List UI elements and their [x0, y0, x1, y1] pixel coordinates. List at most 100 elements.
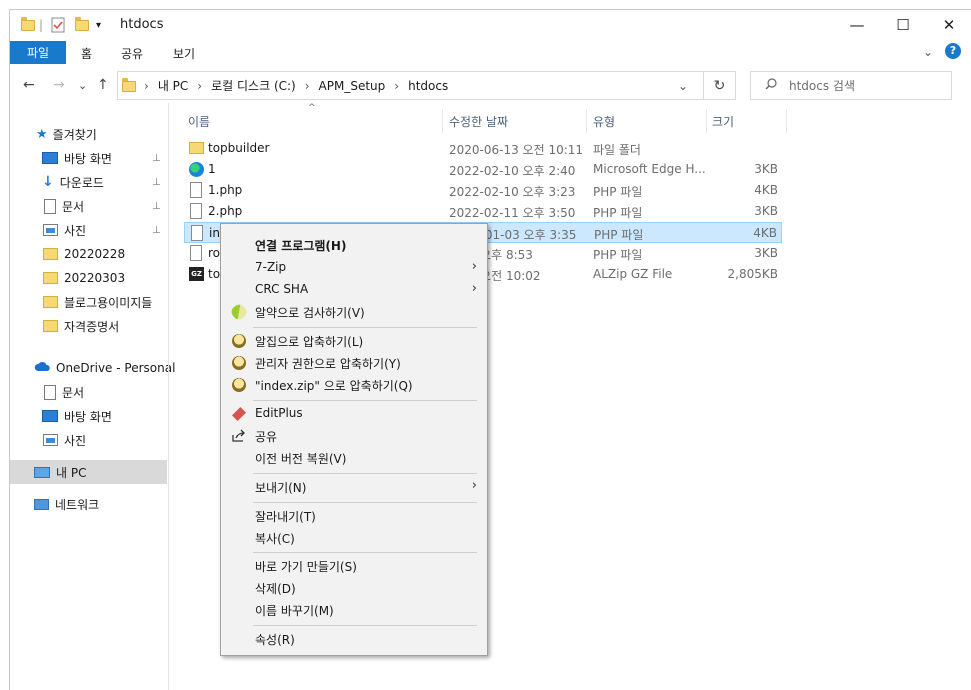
address-dropdown-icon[interactable]: ⌄ [678, 79, 688, 93]
menu-separator [253, 552, 477, 553]
nav-item-quick-access[interactable]: ★ 즐겨찾기 [10, 122, 167, 146]
nav-item-onedrive-pictures[interactable]: 사진 [10, 428, 167, 452]
menu-item-open-with[interactable]: 연결 프로그램(H) [223, 234, 485, 256]
menu-separator [253, 625, 477, 626]
network-icon [34, 498, 49, 510]
document-icon [44, 198, 56, 214]
file-name: 2.php [208, 204, 243, 218]
column-separator[interactable] [706, 109, 707, 133]
expand-ribbon-icon[interactable]: ⌄ [923, 45, 933, 59]
file-type: PHP 파일 [594, 228, 644, 242]
file-row[interactable]: 1 2022-02-10 오후 2:40 Microsoft Edge H...… [184, 159, 782, 180]
menu-item-rename[interactable]: 이름 바꾸기(M) [223, 599, 485, 621]
tab-file[interactable]: 파일 [10, 41, 66, 64]
file-row[interactable]: 2.php 2022-02-11 오후 3:50 PHP 파일 3KB [184, 201, 782, 222]
tab-home[interactable]: 홈 [81, 45, 92, 62]
pane-divider[interactable] [168, 103, 169, 690]
properties-icon[interactable] [51, 17, 65, 33]
breadcrumb-apm-setup[interactable]: APM_Setup [319, 79, 386, 93]
menu-item-cut[interactable]: 잘라내기(T) [223, 505, 485, 527]
menu-item-copy[interactable]: 복사(C) [223, 527, 485, 549]
menu-item-crc-sha[interactable]: CRC SHA › [223, 279, 485, 301]
menu-item-label: 알약으로 검사하기(V) [255, 306, 365, 320]
nav-item-label: 사진 [64, 223, 87, 238]
file-date: 2020-06-13 오전 10:11 [449, 143, 584, 157]
nav-item-this-pc[interactable]: 내 PC [10, 460, 167, 484]
tab-view[interactable]: 보기 [173, 45, 195, 62]
search-icon [765, 78, 777, 93]
nav-item-pictures[interactable]: 사진 ⊥ [10, 218, 167, 242]
menu-item-delete[interactable]: 삭제(D) [223, 577, 485, 599]
search-input[interactable]: htdocs 검색 [750, 71, 952, 100]
nav-item-folder-certificates[interactable]: 자격증명서 [10, 314, 167, 338]
nav-item-onedrive[interactable]: OneDrive - Personal [10, 356, 175, 380]
pin-icon: ⊥ [152, 200, 161, 212]
nav-item-downloads[interactable]: ↓ 다운로드 ⊥ [10, 170, 167, 194]
file-type: PHP 파일 [593, 248, 643, 262]
column-header-type[interactable]: 유형 [593, 109, 615, 133]
menu-item-label: 연결 프로그램(H) [255, 239, 347, 253]
alzip-icon [232, 378, 246, 392]
file-row[interactable]: 1.php 2022-02-10 오후 3:23 PHP 파일 4KB [184, 180, 782, 201]
menu-item-alzip-compress[interactable]: 알집으로 압축하기(L) [223, 330, 485, 352]
pictures-icon [43, 434, 58, 446]
nav-item-onedrive-desktop[interactable]: 바탕 화면 [10, 404, 167, 428]
menu-item-restore-previous[interactable]: 이전 버전 복원(V) [223, 447, 485, 469]
menu-item-properties[interactable]: 속성(R) [223, 628, 485, 650]
nav-item-documents[interactable]: 문서 ⊥ [10, 194, 167, 218]
column-separator[interactable] [442, 109, 443, 133]
file-size: 3KB [754, 246, 778, 260]
forward-button[interactable]: → [53, 77, 65, 93]
minimize-button[interactable]: — [834, 10, 880, 40]
menu-item-send-to[interactable]: 보내기(N) › [223, 476, 485, 498]
file-row[interactable]: topbuilder 2020-06-13 오전 10:11 파일 폴더 [184, 138, 782, 159]
column-header-size[interactable]: 크기 [712, 109, 734, 133]
recent-locations-button[interactable]: ⌄ [78, 79, 87, 92]
onedrive-icon [34, 361, 51, 375]
breadcrumb-htdocs[interactable]: htdocs [408, 79, 448, 93]
menu-item-7zip[interactable]: 7-Zip › [223, 257, 485, 279]
menu-item-compress-to-zip[interactable]: "index.zip" 으로 압축하기(Q) [223, 374, 485, 396]
nav-item-desktop[interactable]: 바탕 화면 ⊥ [10, 146, 167, 170]
back-button[interactable]: ← [23, 77, 35, 93]
menu-item-alzip-admin-compress[interactable]: 관리자 권한으로 압축하기(Y) [223, 352, 485, 374]
help-icon[interactable]: ? [945, 43, 961, 59]
menu-item-label: 알집으로 압축하기(L) [255, 335, 364, 349]
breadcrumb-my-pc[interactable]: 내 PC [158, 77, 188, 94]
nav-item-onedrive-documents[interactable]: 문서 [10, 380, 167, 404]
nav-item-label: 즐겨찾기 [52, 127, 97, 142]
column-header-date[interactable]: 수정한 날짜 [449, 109, 508, 133]
up-button[interactable]: ↑ [97, 77, 109, 93]
menu-item-create-shortcut[interactable]: 바로 가기 만들기(S) [223, 555, 485, 577]
nav-item-folder-20220228[interactable]: 20220228 [10, 242, 167, 266]
file-size: 3KB [754, 204, 778, 218]
nav-item-folder-20220303[interactable]: 20220303 [10, 266, 167, 290]
nav-item-label: 네트워크 [55, 497, 100, 512]
menu-item-editplus[interactable]: EditPlus [223, 403, 485, 425]
breadcrumb-local-disk[interactable]: 로컬 디스크 (C:) [211, 77, 296, 94]
qa-dropdown-icon[interactable]: ▾ [96, 17, 101, 33]
new-folder-icon[interactable] [75, 16, 89, 33]
maximize-button[interactable]: ☐ [880, 10, 926, 40]
editplus-icon [232, 407, 246, 421]
share-icon [232, 429, 246, 443]
menu-item-label: 이름 바꾸기(M) [255, 604, 334, 618]
folder-icon [189, 142, 204, 154]
address-bar[interactable]: › 내 PC › 로컬 디스크 (C:) › APM_Setup › htdoc… [117, 71, 704, 100]
file-icon [191, 225, 203, 241]
menu-item-alyac-scan[interactable]: 알약으로 검사하기(V) [223, 301, 485, 323]
menu-item-label: 바로 가기 만들기(S) [255, 560, 357, 574]
alzip-icon [232, 334, 246, 348]
column-separator[interactable] [786, 109, 787, 133]
folder-icon [122, 77, 136, 93]
column-header-name[interactable]: 이름 [188, 109, 210, 133]
tab-share[interactable]: 공유 [121, 45, 143, 62]
nav-item-network[interactable]: 네트워크 [10, 492, 167, 516]
menu-separator [253, 502, 477, 503]
nav-item-folder-blog-images[interactable]: 블로그용이미지들 [10, 290, 167, 314]
refresh-button[interactable]: ↻ [704, 71, 736, 100]
column-separator[interactable] [586, 109, 587, 133]
menu-item-share[interactable]: 공유 [223, 425, 485, 447]
close-button[interactable]: ✕ [926, 10, 971, 40]
alzip-admin-icon [232, 356, 246, 370]
